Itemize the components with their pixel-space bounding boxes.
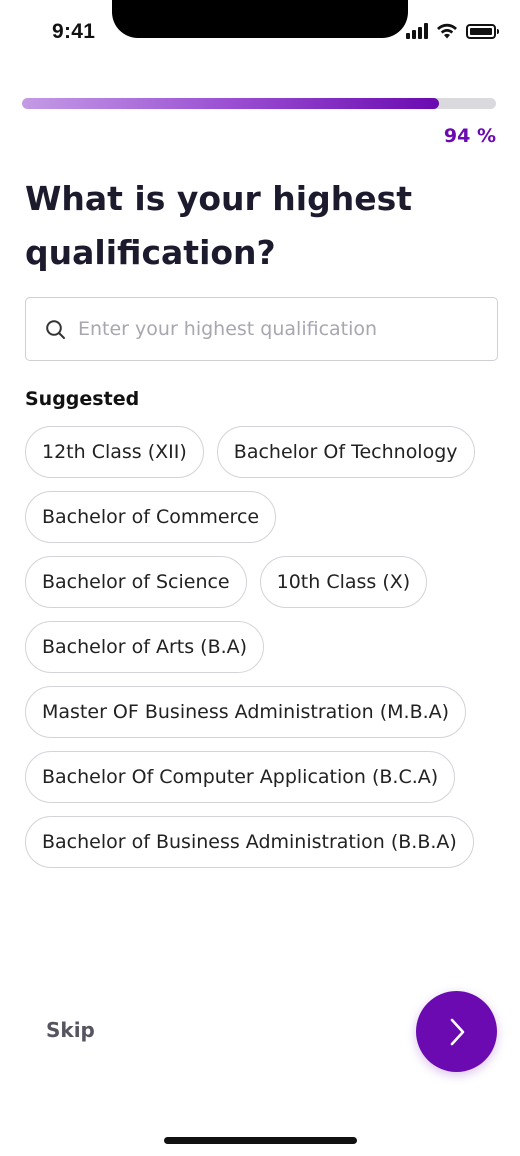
search-field[interactable]	[25, 297, 498, 361]
suggestion-chip-bachelor-of-science[interactable]: Bachelor of Science	[25, 556, 247, 608]
status-time: 9:41	[52, 20, 96, 43]
next-button[interactable]	[416, 991, 497, 1072]
suggestion-chip-bachelor-of-arts[interactable]: Bachelor of Arts (B.A)	[25, 621, 265, 673]
status-bar: 9:41	[0, 0, 520, 62]
search-input[interactable]	[78, 318, 478, 340]
progress-bar-fill	[22, 98, 440, 109]
suggestion-chip-bachelor-of-commerce[interactable]: Bachelor of Commerce	[25, 491, 277, 543]
signal-icon	[406, 23, 428, 39]
suggested-heading: Suggested	[25, 388, 140, 410]
progress-percent: 94 %	[443, 125, 496, 147]
suggestion-chip-10th-class[interactable]: 10th Class (X)	[259, 556, 428, 608]
page-title: What is your highest qualification?	[25, 179, 413, 272]
suggestion-chip-bba[interactable]: Bachelor of Business Administration (B.B…	[25, 816, 474, 868]
skip-button[interactable]: Skip	[46, 1018, 95, 1042]
wifi-icon	[437, 23, 457, 39]
suggestion-chip-12th-class[interactable]: 12th Class (XII)	[25, 426, 204, 478]
suggestion-chip-list: 12th Class (XII) Bachelor Of Technology …	[25, 426, 505, 868]
device-notch	[112, 0, 408, 38]
progress-bar	[22, 98, 496, 109]
battery-icon	[466, 23, 499, 39]
suggestion-chip-mba[interactable]: Master OF Business Administration (M.B.A…	[25, 686, 467, 738]
suggestion-chip-bachelor-of-technology[interactable]: Bachelor Of Technology	[216, 426, 475, 478]
status-icons	[406, 23, 499, 39]
search-icon	[44, 318, 66, 340]
qualification-screen: 9:41 94 % What is your highest qualifica…	[0, 0, 520, 1156]
suggestion-chip-bca[interactable]: Bachelor Of Computer Application (B.C.A)	[25, 751, 456, 803]
chevron-right-icon	[450, 1018, 464, 1045]
home-indicator	[164, 1137, 357, 1144]
